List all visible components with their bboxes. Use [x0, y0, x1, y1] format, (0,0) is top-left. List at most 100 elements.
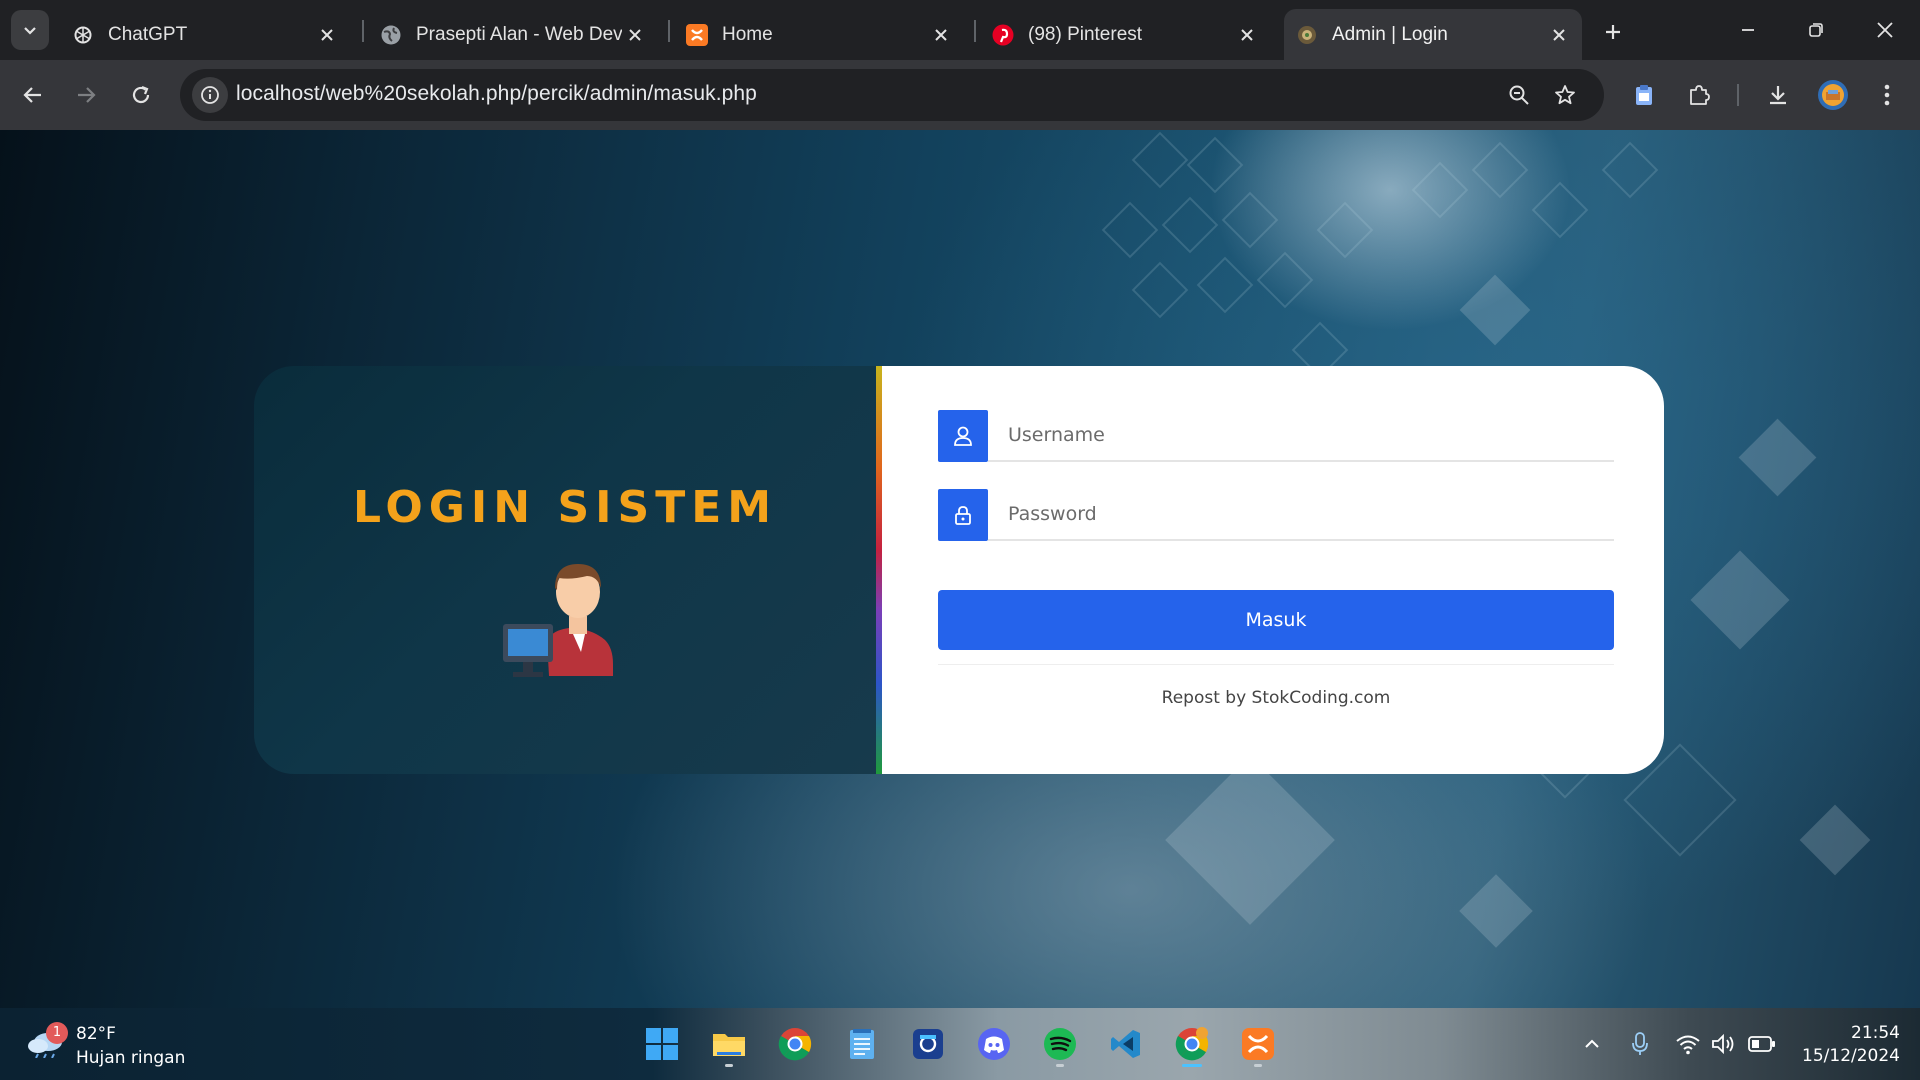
tab-title: Home: [722, 23, 773, 45]
background-decoration: [1161, 196, 1219, 254]
background-decoration: [1459, 274, 1531, 346]
chrome-profile-icon[interactable]: [1168, 1020, 1216, 1068]
download-icon: [1770, 86, 1786, 105]
tab-home[interactable]: Home: [674, 9, 964, 60]
clipboard-extension-icon: [1636, 85, 1652, 105]
background-decoration: [1531, 181, 1589, 239]
site-icon: [1296, 24, 1318, 46]
microphone-icon[interactable]: [1624, 1028, 1656, 1060]
toolbar-divider: [1737, 84, 1739, 106]
running-indicator: [1056, 1064, 1064, 1067]
reload-button[interactable]: [120, 74, 162, 116]
forward-button[interactable]: [65, 74, 107, 116]
globe-icon: [380, 24, 402, 46]
xampp-icon: [686, 23, 708, 46]
tab-separator: [974, 20, 976, 42]
plus-icon: [1606, 25, 1620, 39]
battery-icon[interactable]: [1746, 1028, 1778, 1060]
minimize-button[interactable]: [1723, 10, 1773, 50]
tab-separator: [668, 20, 670, 42]
snipping-tool-icon[interactable]: [904, 1020, 952, 1068]
background-decoration: [1316, 201, 1374, 259]
lock-icon: [938, 489, 988, 541]
close-tab-icon[interactable]: [622, 22, 648, 48]
username-input[interactable]: [988, 410, 1614, 462]
puzzle-icon: [1690, 85, 1710, 105]
bookmark-button[interactable]: [1548, 78, 1582, 112]
tab-prasepti[interactable]: Prasepti Alan - Web Deve: [368, 9, 658, 60]
profile-button[interactable]: [1812, 74, 1854, 116]
browser-toolbar: localhost/web%20sekolah.php/percik/admin…: [0, 60, 1920, 130]
weather-widget[interactable]: 1 82°F Hujan ringan: [26, 1022, 226, 1068]
avatar: [1818, 80, 1848, 110]
close-tab-icon[interactable]: [1546, 22, 1572, 48]
site-info-button[interactable]: [192, 77, 228, 113]
close-tab-icon[interactable]: [928, 22, 954, 48]
info-icon: [201, 86, 219, 104]
chevron-up-icon: [1585, 1039, 1599, 1048]
background-decoration: [1101, 201, 1159, 259]
wifi-icon[interactable]: [1672, 1028, 1704, 1060]
chatgpt-icon: [72, 24, 94, 46]
back-button[interactable]: [12, 74, 54, 116]
extension-button[interactable]: [1623, 74, 1665, 116]
url-text[interactable]: localhost/web%20sekolah.php/percik/admin…: [236, 82, 757, 106]
tab-separator: [362, 20, 364, 42]
page-viewport: LOGIN SISTEM Username Masuk Repost by St…: [0, 130, 1920, 1008]
zoom-out-icon: [1509, 85, 1529, 105]
chrome-icon[interactable]: [771, 1020, 819, 1068]
vscode-icon[interactable]: [1102, 1020, 1150, 1068]
masuk-button[interactable]: Masuk: [938, 590, 1614, 650]
star-icon: [1555, 85, 1575, 105]
new-tab-button[interactable]: [1597, 16, 1629, 48]
active-indicator: [1182, 1064, 1202, 1067]
reload-icon: [132, 85, 150, 104]
spotify-icon[interactable]: [1036, 1020, 1084, 1068]
show-hidden-icons-button[interactable]: [1576, 1028, 1608, 1060]
background-decoration: [1196, 256, 1254, 314]
close-tab-icon[interactable]: [314, 22, 340, 48]
tab-title: Prasepti Alan - Web Deve: [416, 23, 622, 45]
tab-title: ChatGPT: [108, 23, 188, 45]
password-input[interactable]: [988, 489, 1614, 541]
running-indicator: [1254, 1064, 1262, 1067]
background-decoration: [1601, 141, 1659, 199]
background-decoration: [1471, 141, 1529, 199]
login-card-banner: LOGIN SISTEM: [254, 366, 876, 774]
discord-icon[interactable]: [970, 1020, 1018, 1068]
restore-icon: [1809, 23, 1823, 37]
restore-button[interactable]: [1791, 10, 1841, 50]
arrow-right-icon: [78, 87, 96, 103]
windows-start-icon[interactable]: [638, 1020, 686, 1068]
close-tab-icon[interactable]: [1234, 22, 1260, 48]
file-explorer-icon[interactable]: [705, 1020, 753, 1068]
background-decoration: [1186, 136, 1244, 194]
background-decoration: [1165, 755, 1335, 925]
zoom-button[interactable]: [1502, 78, 1536, 112]
tab-search-button[interactable]: [11, 10, 49, 50]
tab-admin-login[interactable]: Admin | Login: [1284, 9, 1582, 60]
address-bar[interactable]: localhost/web%20sekolah.php/percik/admin…: [180, 69, 1604, 121]
background-decoration: [1131, 131, 1189, 189]
system-clock[interactable]: 21:54 15/12/2024: [1780, 1022, 1900, 1068]
admin-user-illustration: [503, 564, 613, 677]
volume-icon[interactable]: [1708, 1028, 1740, 1060]
notepad-icon[interactable]: [838, 1020, 886, 1068]
background-decoration: [1221, 191, 1279, 249]
credit-text: Repost by StokCoding.com: [1161, 688, 1391, 708]
minimize-icon: [1742, 29, 1754, 31]
tab-title: (98) Pinterest: [1028, 23, 1143, 45]
notification-badge: 1: [46, 1022, 68, 1044]
pinterest-icon: [992, 24, 1014, 46]
user-icon: [938, 410, 988, 462]
tab-pinterest[interactable]: (98) Pinterest: [980, 9, 1270, 60]
browser-menu-button[interactable]: [1866, 74, 1908, 116]
tab-chatgpt[interactable]: ChatGPT: [60, 9, 350, 60]
login-heading: LOGIN SISTEM: [352, 482, 778, 533]
close-window-button[interactable]: [1860, 10, 1910, 50]
xampp-icon[interactable]: [1234, 1020, 1282, 1068]
running-indicator: [725, 1064, 733, 1067]
downloads-button[interactable]: [1757, 74, 1799, 116]
extensions-menu-button[interactable]: [1678, 74, 1720, 116]
weather-condition: Hujan ringan: [76, 1048, 186, 1068]
